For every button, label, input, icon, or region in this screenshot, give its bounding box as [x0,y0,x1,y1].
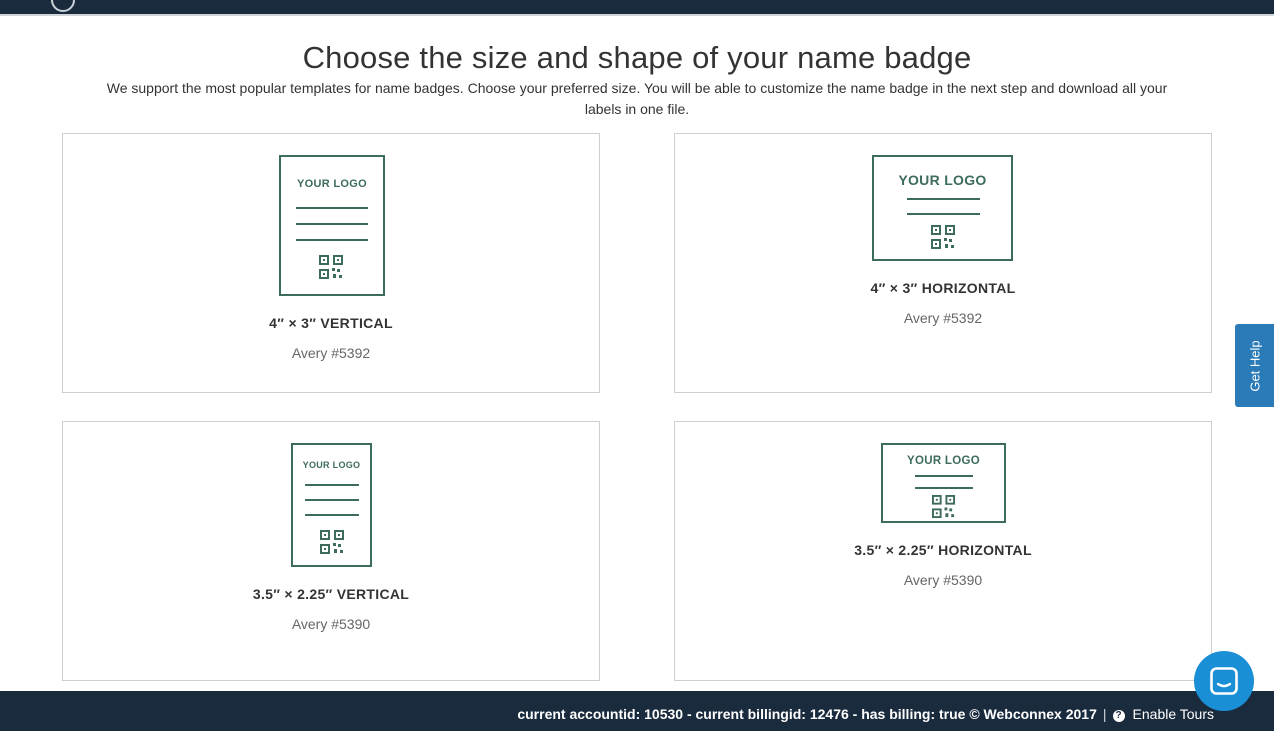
page-title: Choose the size and shape of your name b… [302,40,972,75]
badge-size-label: 4″ × 3″ VERTICAL [269,315,393,331]
page-subtitle: We support the most popular templates fo… [106,80,1168,117]
badge-preview-vertical: YOUR LOGO [279,155,385,296]
app-logo-icon[interactable] [51,0,75,12]
question-circle-icon: ? [1112,710,1125,722]
badge-option-4x3-horizontal[interactable]: YOUR LOGO 4″ × 3″ HORIZONTAL Avery #5392 [674,133,1212,393]
badge-option-3-5x2-25-horizontal[interactable]: YOUR LOGO 3.5″ × 2.25″ HORIZONTAL Avery … [674,421,1212,681]
enable-tours-link[interactable]: Enable Tours [1133,706,1214,722]
your-logo-label: YOUR LOGO [302,460,361,470]
badge-size-label: 3.5″ × 2.25″ VERTICAL [252,586,410,602]
chat-bubble-button[interactable] [1194,651,1254,711]
badge-preview-vertical: YOUR LOGO [291,443,372,567]
badge-option-3-5x2-25-vertical[interactable]: YOUR LOGO 3.5″ × 2.25″ VERTICAL Avery #5… [62,421,600,681]
get-help-tab[interactable]: Get Help [1235,324,1274,407]
badge-preview-horizontal: YOUR LOGO [872,155,1013,261]
your-logo-label: YOUR LOGO [898,172,987,188]
get-help-label: Get Help [1247,339,1262,392]
top-navbar [0,0,1274,16]
chat-bubble-icon [1210,667,1238,695]
avery-number: Avery #5392 [291,345,371,361]
your-logo-label: YOUR LOGO [907,455,980,467]
avery-number: Avery #5390 [903,572,983,588]
avery-number: Avery #5390 [291,616,371,632]
footer: current accountid: 10530 - current billi… [0,691,1274,731]
badge-size-label: 3.5″ × 2.25″ HORIZONTAL [854,542,1032,558]
avery-number: Avery #5392 [903,310,983,326]
footer-separator: | [1102,706,1107,722]
qr-code-icon [932,495,956,519]
footer-account-info: current accountid: 10530 - current billi… [517,706,1097,722]
badge-option-4x3-vertical[interactable]: YOUR LOGO 4″ × 3″ VERTICAL Avery #5392 [62,133,600,393]
qr-code-icon [931,225,955,249]
badge-size-label: 4″ × 3″ HORIZONTAL [870,280,1016,296]
badge-preview-horizontal: YOUR LOGO [881,443,1006,523]
qr-code-icon [319,255,343,279]
your-logo-label: YOUR LOGO [297,178,367,190]
qr-code-icon [320,530,344,554]
